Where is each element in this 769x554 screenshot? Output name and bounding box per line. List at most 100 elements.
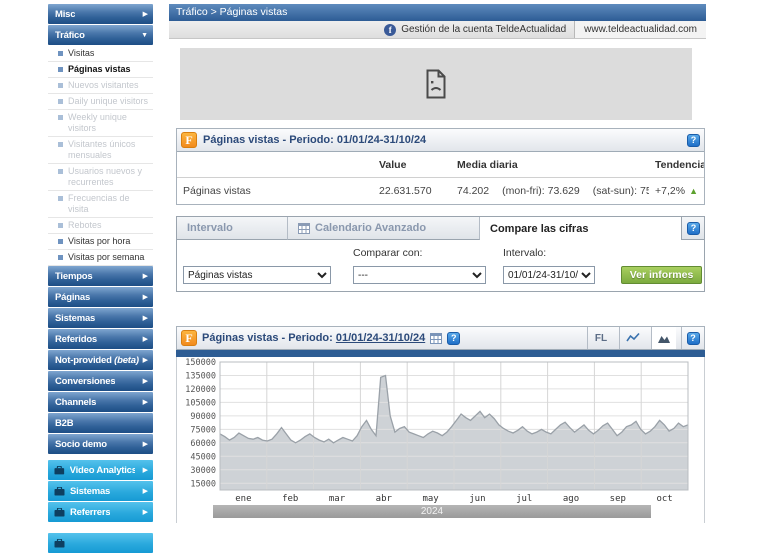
tab-compare-las-cifras[interactable]: Compare las cifras [480,217,682,240]
area-chart-canvas: 1500030000450006000075000900001050001200… [177,357,704,523]
line-chart-toggle-button[interactable] [619,327,646,349]
sidebar-item-referrers[interactable]: Referrers▶ [48,502,153,522]
svg-text:105000: 105000 [185,398,216,408]
chevron-right-icon: ▶ [140,11,148,18]
col-header-value: Value [373,159,451,171]
col-header-media-diaria: Media diaria [451,159,649,171]
help-icon[interactable]: ? [687,134,700,147]
tabs-row: Intervalo Calendario Avanzado Compare la… [177,217,704,240]
table-header-row: Value Media diaria Tendencia [177,152,704,178]
sidebar-item-sistemas[interactable]: Sistemas▶ [48,308,153,328]
broken-image-placeholder [180,48,692,120]
facebook-icon: f [384,24,396,36]
chevron-right-icon: ▶ [140,467,148,474]
sidebar-item-tr-fico[interactable]: Tráfico▼ [48,25,153,45]
svg-text:30000: 30000 [190,466,216,476]
area-chart-icon [657,332,671,344]
sidebar-subitem-visitas-por-hora[interactable]: Visitas por hora [48,234,153,250]
tab-intervalo[interactable]: Intervalo [177,217,288,240]
stats-logo-icon: F [181,330,197,346]
panel-chart-title: Páginas vistas - Periodo: 01/01/24-31/10… [202,332,425,344]
row-trend: +7,2% ▲ [649,185,704,197]
sidebar-item-conversiones[interactable]: Conversiones▶ [48,371,153,391]
account-management-link[interactable]: Gestión de la cuenta TeldeActualidad [401,24,566,35]
chevron-right-icon: ▶ [140,294,148,301]
calendar-icon[interactable] [430,332,442,344]
bullet-icon [58,223,63,228]
sidebar-item-not-provided[interactable]: Not-provided (beta)▶ [48,350,153,370]
chart-help-button[interactable]: ? [681,327,704,349]
svg-text:60000: 60000 [190,439,216,449]
briefcase-icon [54,539,65,548]
trend-up-icon: ▲ [689,187,698,196]
help-icon[interactable]: ? [447,332,460,345]
chevron-right-icon: ▶ [140,336,148,343]
row-value: 22.631.570 [373,185,451,197]
chevron-right-icon: ▶ [140,399,148,406]
bullet-icon [58,83,63,88]
compare-with-label: Comparar con: [353,247,422,259]
metric-select[interactable]: Páginas vistas [183,266,331,284]
timeline-scrollbar[interactable]: 2024 [213,505,651,518]
chevron-down-icon: ▼ [138,32,148,39]
sidebar-item-p-ginas[interactable]: Páginas▶ [48,287,153,307]
svg-text:120000: 120000 [185,385,216,395]
svg-text:mar: mar [329,494,346,504]
sidebar-item-video-analytics[interactable]: Video Analytics▶ [48,460,153,480]
sidebar-subitem-p-ginas-vistas[interactable]: Páginas vistas [48,62,153,78]
briefcase-icon [54,487,65,496]
svg-text:jun: jun [469,494,485,504]
sidebar-item-sistemas[interactable]: Sistemas▶ [48,481,153,501]
sidebar-subitem-visitas-por-semana[interactable]: Visitas por semana [48,250,153,266]
sidebar-item-partial[interactable] [48,533,153,553]
interval-select[interactable]: 01/01/24-31/10/2 [503,266,595,284]
broken-image-icon [424,69,448,99]
sidebar-item-referidos[interactable]: Referidos▶ [48,329,153,349]
period-date-link[interactable]: 01/01/24-31/10/24 [336,332,425,344]
sidebar-item-b2b[interactable]: B2B [48,413,153,433]
fl-toggle-button[interactable]: FL [587,327,614,349]
sidebar-subitem-weekly-unique-visitors: Weekly unique visitors [48,110,153,137]
tab-calendario-avanzado[interactable]: Calendario Avanzado [288,217,480,240]
sidebar-subitem-visitas[interactable]: Visitas [48,46,153,62]
area-chart-toggle-button[interactable] [651,327,676,349]
svg-text:jul: jul [516,494,532,504]
compare-with-select[interactable]: --- [353,266,486,284]
interval-label: Intervalo: [503,247,546,259]
bullet-icon [58,255,63,260]
chevron-right-icon: ▶ [140,273,148,280]
sidebar-subitem-daily-unique-visitors: Daily unique visitors [48,94,153,110]
svg-text:ene: ene [235,494,251,504]
svg-text:feb: feb [282,494,298,504]
table-row: Páginas vistas 22.631.570 74.202 (mon-fr… [177,178,704,204]
sidebar-subitem-frecuencias-de-visita: Frecuencias de visita [48,191,153,218]
chevron-right-icon: ▶ [140,315,148,322]
svg-text:150000: 150000 [185,358,216,368]
compare-form: Comparar con: Intervalo: Páginas vistas … [177,240,704,291]
line-chart-icon [626,332,640,344]
sidebar-subitem-nuevos-visitantes: Nuevos visitantes [48,78,153,94]
bullet-icon [58,67,63,72]
sidebar: Misc▶Tráfico▼VisitasPáginas vistasNuevos… [48,4,153,554]
ver-informes-button[interactable]: Ver informes [621,266,702,284]
row-label: Páginas vistas [177,185,373,197]
breadcrumb: Tráfico > Páginas vistas [169,4,706,21]
row-media-diaria: 74.202 (mon-fri): 73.629 (sat-sun): 75.6… [451,185,649,197]
chevron-right-icon: ▶ [140,509,148,516]
sidebar-subitem-visitantes-nicos-mensuales: Visitantes únicos mensuales [48,137,153,164]
briefcase-icon [54,466,65,475]
panel-summary-title: Páginas vistas - Periodo: 01/01/24-31/10… [203,134,426,146]
svg-text:45000: 45000 [190,452,216,462]
sidebar-item-misc[interactable]: Misc▶ [48,4,153,24]
help-icon[interactable]: ? [687,222,700,235]
chevron-right-icon: ▶ [140,357,148,364]
svg-text:ago: ago [563,494,579,504]
sidebar-item-channels[interactable]: Channels▶ [48,392,153,412]
sidebar-item-socio-demo[interactable]: Socio demo▶ [48,434,153,454]
briefcase-icon [54,508,65,517]
bullet-icon [58,51,63,56]
sidebar-subitem-usuarios-nuevos-y-recurrentes: Usuarios nuevos y recurrentes [48,164,153,191]
svg-text:oct: oct [656,494,672,504]
sidebar-item-tiempos[interactable]: Tiempos▶ [48,266,153,286]
stats-logo-icon: F [181,132,197,148]
